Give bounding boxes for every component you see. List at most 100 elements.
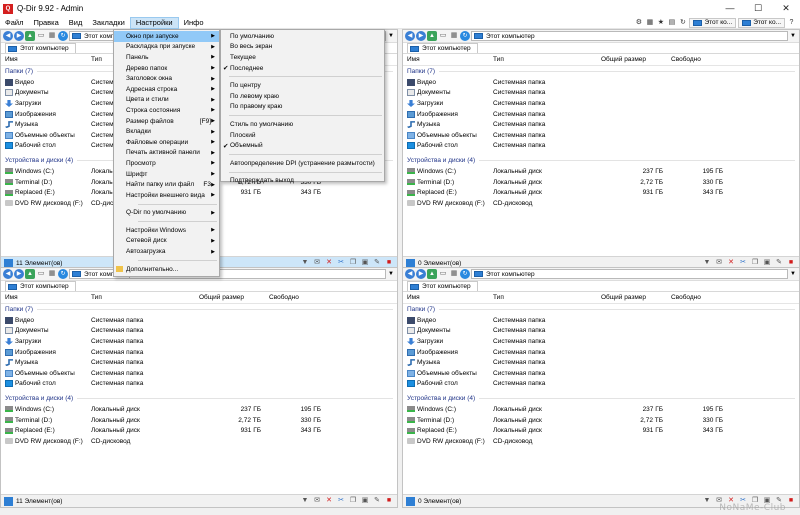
view-icon[interactable]: ▦ <box>47 269 57 279</box>
paste-icon[interactable]: ▣ <box>360 496 370 506</box>
settings-menu-item[interactable]: Просмотр ▶ <box>114 158 219 169</box>
tab-this-pc[interactable]: Этот компьютер <box>407 43 478 53</box>
confirm-exit-item[interactable]: Подтверждать выход <box>221 176 384 187</box>
toolbar-favorites-icon[interactable]: ★ <box>656 18 665 27</box>
folder-icon[interactable]: ▭ <box>36 269 46 279</box>
list-item[interactable]: DVD RW дисковод (F:) CD-дисковод <box>1 436 397 447</box>
copy-icon[interactable]: ❐ <box>348 496 358 506</box>
forward-button[interactable]: ▶ <box>416 31 426 41</box>
list-item[interactable]: Видео Системная папка <box>403 315 799 326</box>
menu-bookmarks[interactable]: Закладки <box>87 17 129 29</box>
column-total-size[interactable]: Общий размер <box>597 294 667 301</box>
startup-option[interactable]: По правому краю <box>221 102 384 113</box>
settings-menu-item[interactable]: Вкладки ▶ <box>114 126 219 137</box>
column-free[interactable]: Свободно <box>667 294 727 301</box>
refresh-button[interactable]: ↻ <box>58 31 68 41</box>
maximize-button[interactable]: ☐ <box>744 0 772 17</box>
view-icon[interactable]: ▦ <box>47 31 57 41</box>
list-item[interactable]: Музыка Системная папка <box>403 357 799 368</box>
back-button[interactable]: ◀ <box>3 269 13 279</box>
group-drives[interactable]: Устройства и диски (4) <box>1 393 397 404</box>
settings-menu-item[interactable]: Размер файлов [F9] ▶ <box>114 116 219 127</box>
startup-option[interactable]: По левому краю <box>221 91 384 102</box>
list-item[interactable]: Загрузки Системная папка <box>1 336 397 347</box>
address-dropdown[interactable]: ▼ <box>387 33 395 39</box>
help-icon[interactable]: ? <box>787 18 796 27</box>
list-item[interactable]: Музыка Системная папка <box>403 119 799 130</box>
list-item[interactable]: Изображения Системная папка <box>403 109 799 120</box>
refresh-button[interactable]: ↻ <box>460 269 470 279</box>
list-item[interactable]: Windows (C:) Локальный диск 237 ГБ 195 ГБ <box>403 404 799 415</box>
menu-view[interactable]: Вид <box>64 17 88 29</box>
list-item[interactable]: Документы Системная папка <box>403 88 799 99</box>
settings-menu-item[interactable]: Строка состояния ▶ <box>114 105 219 116</box>
delete-icon[interactable]: ✕ <box>324 496 334 506</box>
refresh-button[interactable]: ↻ <box>58 269 68 279</box>
auto-dpi-item[interactable]: Автоопределение DPI (устранение размытос… <box>221 158 384 169</box>
column-total-size[interactable]: Общий размер <box>597 56 667 63</box>
startup-option[interactable]: Плоский <box>221 130 384 141</box>
cut-icon[interactable]: ✂ <box>336 496 346 506</box>
settings-menu-item[interactable]: Панель ▶ <box>114 52 219 63</box>
list-item[interactable]: Объемные объекты Системная папка <box>1 368 397 379</box>
settings-menu-item[interactable]: Настройки Windows ▶ <box>114 225 219 236</box>
mail-icon[interactable]: ✉ <box>312 496 322 506</box>
startup-option[interactable]: По умолчанию <box>221 31 384 42</box>
menu-file[interactable]: Файл <box>0 17 28 29</box>
column-name[interactable]: Имя <box>403 56 489 63</box>
filter-icon[interactable]: ▼ <box>702 496 712 506</box>
settings-menu-item[interactable]: Сетевой диск ▶ <box>114 236 219 247</box>
refresh-button[interactable]: ↻ <box>460 31 470 41</box>
column-type[interactable]: Тип <box>489 294 597 301</box>
column-name[interactable]: Имя <box>1 294 87 301</box>
list-item[interactable]: Рабочий стол Системная папка <box>1 379 397 390</box>
startup-option[interactable]: Текущее <box>221 52 384 63</box>
view-icon[interactable]: ▦ <box>449 31 459 41</box>
settings-menu-item[interactable]: Q-Dir по умолчанию ▶ <box>114 208 219 219</box>
list-item[interactable]: Рабочий стол Системная папка <box>403 379 799 390</box>
quick-tab-1[interactable]: Этот ко... <box>689 17 737 28</box>
qdir-app-icon[interactable]: Q <box>3 3 13 14</box>
settings-menu-item[interactable]: Заголовок окна ▶ <box>114 73 219 84</box>
address-field[interactable]: Этот компьютер <box>471 31 788 41</box>
back-button[interactable]: ◀ <box>405 269 415 279</box>
list-item[interactable]: Изображения Системная папка <box>403 347 799 358</box>
settings-menu-item[interactable]: Автозагрузка ▶ <box>114 246 219 257</box>
list-item[interactable]: Документы Системная папка <box>403 326 799 337</box>
list-item[interactable]: Изображения Системная папка <box>1 347 397 358</box>
startup-option[interactable]: По центру <box>221 80 384 91</box>
column-name[interactable]: Имя <box>1 56 87 63</box>
list-item[interactable]: Документы Системная папка <box>1 326 397 337</box>
forward-button[interactable]: ▶ <box>416 269 426 279</box>
settings-menu-item[interactable]: Настройки внешнего вида ▶ <box>114 190 219 201</box>
close-pane-icon[interactable]: ■ <box>384 496 394 506</box>
toolbar-layout-icon[interactable]: ▦ <box>645 18 654 27</box>
settings-menu-item[interactable]: Адресная строка ▶ <box>114 84 219 95</box>
settings-menu-item[interactable]: Раскладка при запуске ▶ <box>114 42 219 53</box>
settings-menu-item[interactable]: Дерево папок ▶ <box>114 63 219 74</box>
address-dropdown[interactable]: ▼ <box>789 271 797 277</box>
startup-option[interactable]: ✔ Объемный <box>221 140 384 151</box>
settings-menu-item[interactable]: Печать активной панели ▶ <box>114 148 219 159</box>
list-item[interactable]: Replaced (E:) Локальный диск 931 ГБ 343 ГБ <box>403 187 799 198</box>
list-item[interactable]: Terminal (D:) Локальный диск 2,72 ТБ 330 ГБ <box>403 415 799 426</box>
column-total-size[interactable]: Общий размер <box>195 294 265 301</box>
column-type[interactable]: Тип <box>87 294 195 301</box>
settings-menu-item[interactable]: Цвета и стили ▶ <box>114 95 219 106</box>
tab-this-pc[interactable]: Этот компьютер <box>407 281 478 291</box>
folder-icon[interactable]: ▭ <box>36 31 46 41</box>
tab-this-pc[interactable]: Этот компьютер <box>5 43 76 53</box>
list-item[interactable]: Музыка Системная папка <box>1 357 397 368</box>
column-free[interactable]: Свободно <box>265 294 325 301</box>
list-item[interactable]: Объемные объекты Системная папка <box>403 368 799 379</box>
list-item[interactable]: Загрузки Системная папка <box>403 336 799 347</box>
forward-button[interactable]: ▶ <box>14 269 24 279</box>
startup-option[interactable]: ✔ Последнее <box>221 63 384 74</box>
settings-menu-item[interactable]: Шрифт ▶ <box>114 169 219 180</box>
menu-settings[interactable]: Настройки <box>129 16 179 29</box>
group-folders[interactable]: Папки (7) <box>1 304 397 315</box>
group-folders[interactable]: Папки (7) <box>403 66 799 77</box>
minimize-button[interactable]: — <box>716 0 744 17</box>
folder-icon[interactable]: ▭ <box>438 269 448 279</box>
edit-icon[interactable]: ✎ <box>372 496 382 506</box>
